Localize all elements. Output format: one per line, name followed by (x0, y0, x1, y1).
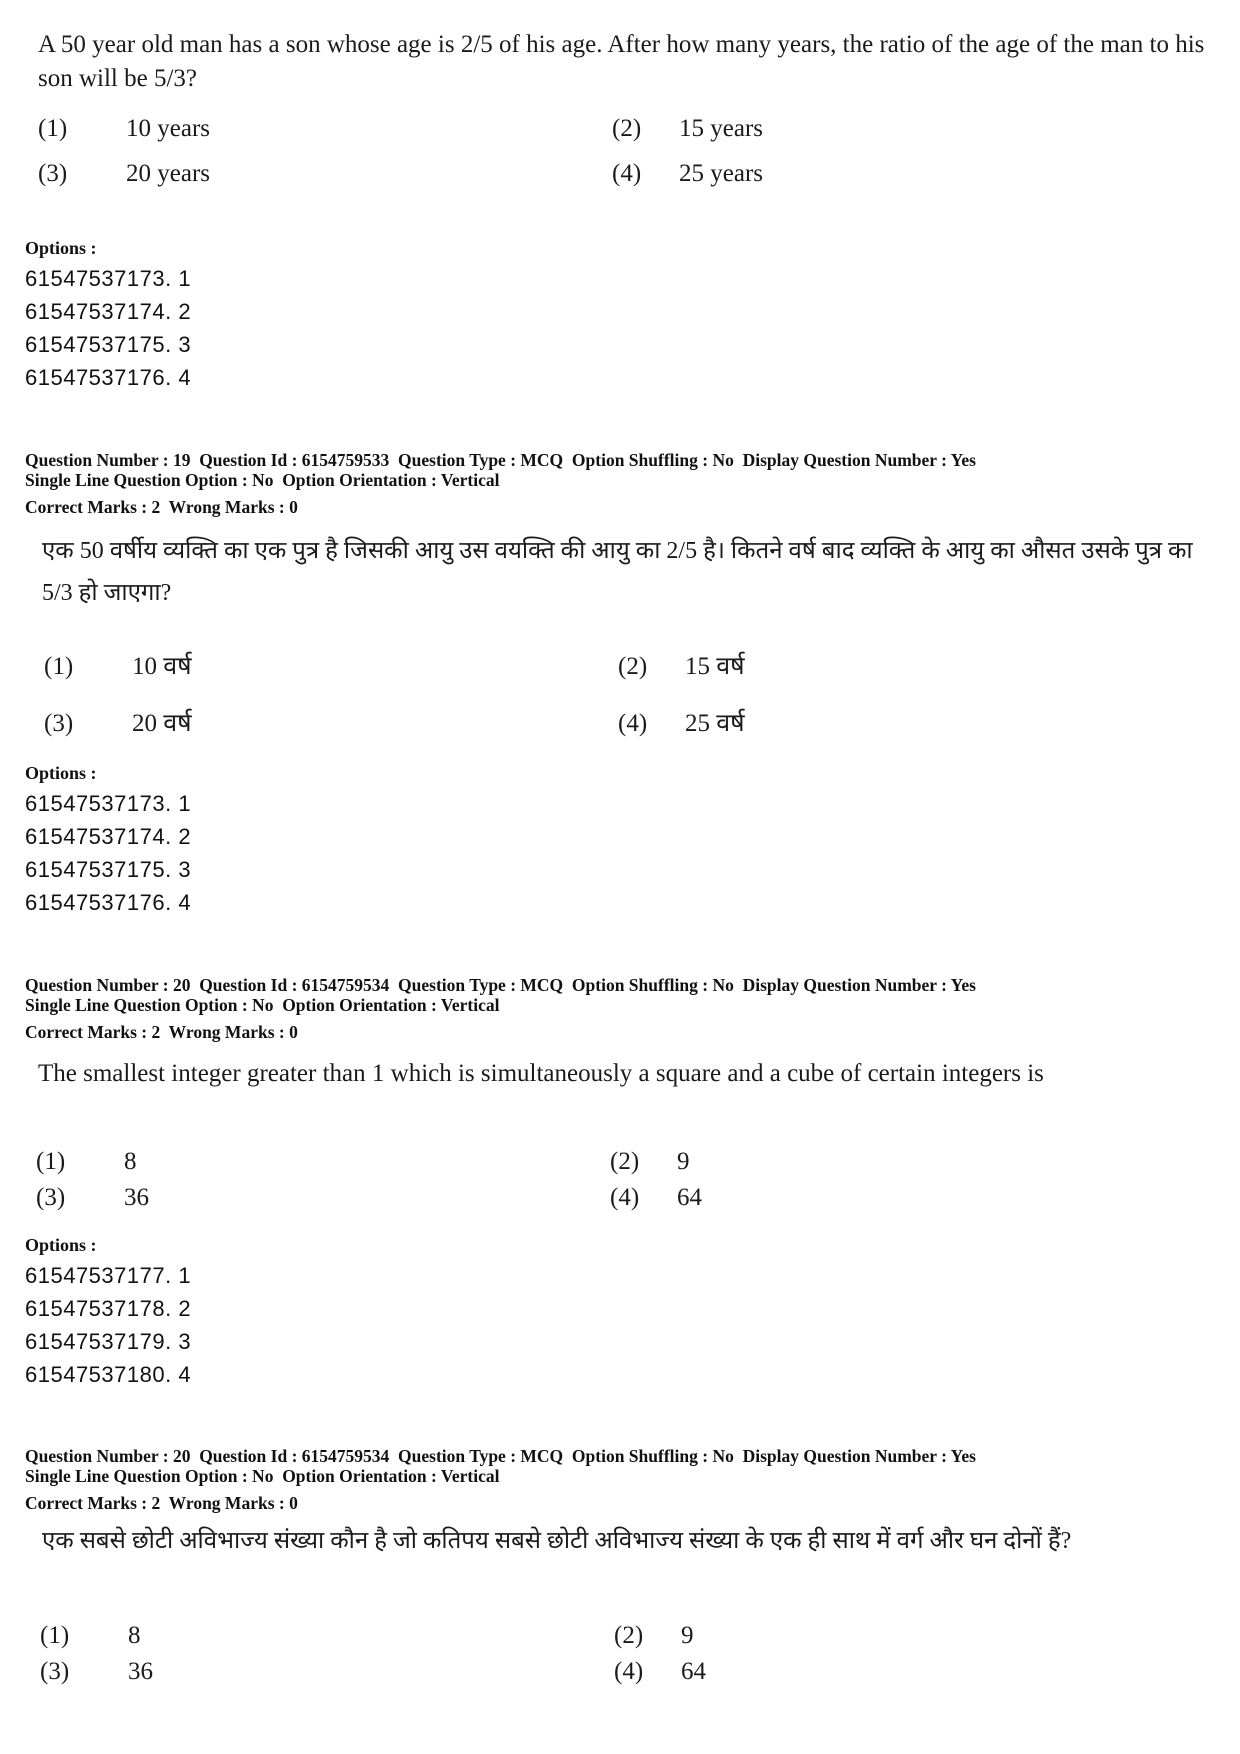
choice-1: (1) 8 (40, 1622, 141, 1650)
choice-number: (4) (610, 1184, 640, 1211)
choice-4: (4) 25 years (612, 160, 763, 188)
option-id: 61547537173. 1 (25, 266, 192, 291)
choice-1: (1) 8 (36, 1148, 137, 1176)
choice-text: 36 (124, 1184, 149, 1211)
options-label: Options : (25, 763, 97, 783)
choice-text: 8 (128, 1622, 141, 1649)
option-id: 61547537176. 4 (25, 890, 192, 915)
choice-text: 10 years (126, 115, 210, 142)
choice-number: (3) (36, 1184, 66, 1211)
choice-text: 25 वर्ष (685, 710, 745, 737)
option-id: 61547537174. 2 (25, 824, 192, 849)
choice-number: (2) (612, 115, 642, 142)
choice-4: (4) 25 वर्ष (618, 705, 745, 739)
question-text: एक सबसे छोटी अविभाज्य संख्या कौन है जो क… (42, 1528, 1072, 1554)
question-text: एक 50 वर्षीय व्यक्ति का एक पुत्र है जिसक… (42, 538, 1193, 606)
question-meta: Question Number : 20 Question Id : 61547… (25, 1446, 976, 1466)
question-meta: Question Number : 20 Question Id : 61547… (25, 975, 976, 995)
choice-number: (3) (40, 1658, 70, 1685)
question-text: A 50 year old man has a son whose age is… (38, 31, 1205, 92)
question-meta-line2: Single Line Question Option : No Option … (25, 995, 500, 1015)
choice-number: (1) (38, 115, 68, 142)
choice-2: (2) 9 (610, 1148, 690, 1176)
option-id: 61547537176. 4 (25, 365, 192, 390)
choice-text: 15 वर्ष (685, 653, 745, 680)
question-text: The smallest integer greater than 1 whic… (38, 1060, 1044, 1087)
choice-3: (3) 36 (36, 1184, 149, 1212)
option-id: 61547537180. 4 (25, 1362, 192, 1387)
question-meta-line2: Single Line Question Option : No Option … (25, 1466, 500, 1486)
choice-number: (1) (36, 1148, 66, 1175)
choice-text: 64 (677, 1184, 702, 1211)
choice-text: 20 years (126, 160, 210, 187)
choice-number: (1) (44, 653, 74, 680)
marks-info: Correct Marks : 2 Wrong Marks : 0 (25, 497, 298, 517)
choice-number: (4) (614, 1658, 644, 1685)
choice-text: 10 वर्ष (132, 653, 192, 680)
question-meta: Question Number : 19 Question Id : 61547… (25, 450, 976, 470)
choice-text: 8 (124, 1148, 137, 1175)
choice-number: (1) (40, 1622, 70, 1649)
choice-text: 9 (681, 1622, 694, 1649)
option-id: 61547537179. 3 (25, 1329, 192, 1354)
choice-text: 64 (681, 1658, 706, 1685)
choice-3: (3) 20 years (38, 160, 210, 188)
option-id: 61547537175. 3 (25, 332, 192, 357)
options-label: Options : (25, 238, 97, 258)
choice-1: (1) 10 वर्ष (44, 648, 192, 682)
choice-text: 25 years (679, 160, 763, 187)
choice-2: (2) 15 वर्ष (618, 648, 745, 682)
choice-4: (4) 64 (610, 1184, 702, 1212)
question-meta-line2: Single Line Question Option : No Option … (25, 470, 500, 490)
choice-text: 15 years (679, 115, 763, 142)
choice-number: (2) (610, 1148, 640, 1175)
choice-text: 36 (128, 1658, 153, 1685)
choice-number: (2) (614, 1622, 644, 1649)
choice-1: (1) 10 years (38, 115, 210, 143)
option-id: 61547537178. 2 (25, 1296, 192, 1321)
choice-2: (2) 9 (614, 1622, 694, 1650)
choice-number: (2) (618, 653, 648, 680)
choice-2: (2) 15 years (612, 115, 763, 143)
choice-3: (3) 36 (40, 1658, 153, 1686)
option-id: 61547537177. 1 (25, 1263, 192, 1288)
choice-text: 20 वर्ष (132, 710, 192, 737)
option-id: 61547537175. 3 (25, 857, 192, 882)
options-label: Options : (25, 1235, 97, 1255)
choice-3: (3) 20 वर्ष (44, 705, 192, 739)
option-id: 61547537174. 2 (25, 299, 192, 324)
choice-text: 9 (677, 1148, 690, 1175)
choice-number: (4) (612, 160, 642, 187)
choice-number: (3) (38, 160, 68, 187)
option-id: 61547537173. 1 (25, 791, 192, 816)
choice-number: (4) (618, 710, 648, 737)
marks-info: Correct Marks : 2 Wrong Marks : 0 (25, 1493, 298, 1513)
marks-info: Correct Marks : 2 Wrong Marks : 0 (25, 1022, 298, 1042)
choice-4: (4) 64 (614, 1658, 706, 1686)
choice-number: (3) (44, 710, 74, 737)
